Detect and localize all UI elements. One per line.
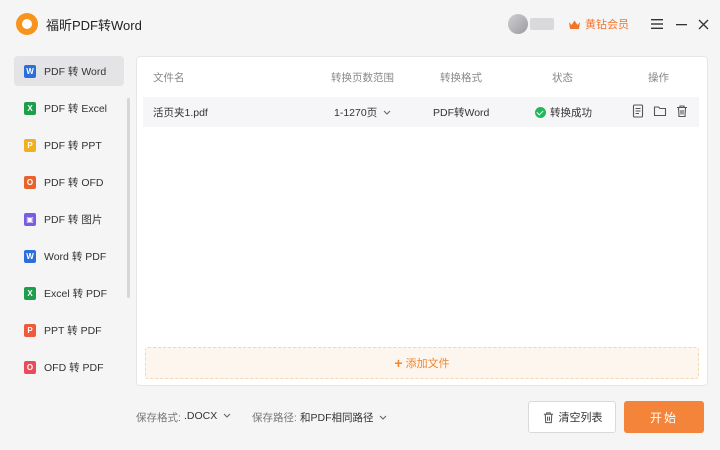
save-path-label: 保存路径: xyxy=(252,412,297,424)
minimize-icon xyxy=(675,24,687,26)
sidebar-item-label: Word 转 PDF xyxy=(44,250,107,263)
sidebar-item-word-to-pdf[interactable]: W Word 转 PDF xyxy=(14,241,124,271)
app-title: 福昕PDF转Word xyxy=(46,18,142,33)
sidebar-item-pdf-to-excel[interactable]: X PDF 转 Excel xyxy=(14,93,124,123)
image-icon: ▣ xyxy=(24,212,36,226)
sidebar: W PDF 转 Word X PDF 转 Excel P PDF 转 PPT O… xyxy=(14,56,124,396)
save-path-select[interactable]: 和PDF相同路径 xyxy=(300,410,387,425)
chevron-down-icon xyxy=(383,110,391,115)
crown-icon xyxy=(569,20,580,29)
file-name: 活页夹1.pdf xyxy=(153,107,208,119)
status-badge: 转换成功 xyxy=(535,105,592,120)
ofd-to-pdf-icon: O xyxy=(24,360,36,374)
sidebar-item-pdf-to-ppt[interactable]: P PDF 转 PPT xyxy=(14,130,124,160)
ppt-icon: P xyxy=(24,138,36,152)
column-header-status: 状态 xyxy=(552,72,573,84)
sidebar-item-ppt-to-pdf[interactable]: P PPT 转 PDF xyxy=(14,315,124,345)
username-blurred[interactable] xyxy=(530,18,554,30)
sidebar-item-pdf-to-image[interactable]: ▣ PDF 转 图片 xyxy=(14,204,124,234)
status-text: 转换成功 xyxy=(550,107,592,119)
close-button[interactable] xyxy=(694,14,712,34)
trash-icon xyxy=(543,411,553,423)
menu-button[interactable] xyxy=(648,14,666,34)
sidebar-item-label: OFD 转 PDF xyxy=(44,361,104,374)
save-format-value: .DOCX xyxy=(184,410,218,422)
folder-icon[interactable] xyxy=(653,104,667,118)
minimize-button[interactable] xyxy=(672,14,690,34)
save-format-select[interactable]: .DOCX xyxy=(184,410,231,422)
column-header-format: 转换格式 xyxy=(440,72,482,84)
table-header: 文件名 转换页数范围 转换格式 状态 操作 xyxy=(137,57,707,95)
excel-to-pdf-icon: X xyxy=(24,286,36,300)
page-range-value: 1-1270页 xyxy=(334,107,378,119)
sidebar-scrollbar[interactable] xyxy=(127,98,130,298)
vip-badge[interactable]: 黄钻会员 xyxy=(568,16,629,32)
avatar[interactable] xyxy=(508,14,528,34)
page-range-select[interactable]: 1-1270页 xyxy=(334,105,391,120)
sidebar-item-pdf-to-word[interactable]: W PDF 转 Word xyxy=(14,56,124,86)
sidebar-item-label: PDF 转 Excel xyxy=(44,102,108,115)
close-icon xyxy=(698,19,708,29)
chevron-down-icon xyxy=(380,415,387,420)
sidebar-item-label: PDF 转 Word xyxy=(44,65,107,78)
title-bar: 福昕PDF转Word 黄钻会员 xyxy=(0,0,720,48)
sidebar-item-label: PPT 转 PDF xyxy=(44,324,102,337)
app-logo-icon xyxy=(16,13,38,35)
trash-icon[interactable] xyxy=(675,104,689,118)
check-circle-icon xyxy=(535,107,546,118)
sidebar-item-excel-to-pdf[interactable]: X Excel 转 PDF xyxy=(14,278,124,308)
clear-list-button[interactable]: 清空列表 xyxy=(528,401,616,433)
excel-icon: X xyxy=(24,101,36,115)
format-value: PDF转Word xyxy=(433,107,490,119)
vip-label: 黄钻会员 xyxy=(585,19,629,31)
add-file-label: 添加文件 xyxy=(405,358,450,370)
add-file-button[interactable]: + 添加文件 xyxy=(145,347,699,379)
plus-icon: + xyxy=(394,355,403,371)
sidebar-item-label: PDF 转 OFD xyxy=(44,176,104,189)
chevron-down-icon xyxy=(223,413,231,418)
sidebar-item-ofd-to-pdf[interactable]: O OFD 转 PDF xyxy=(14,352,124,382)
column-header-filename: 文件名 xyxy=(153,72,185,84)
save-path-value: 和PDF相同路径 xyxy=(300,412,374,424)
column-header-actions: 操作 xyxy=(648,72,669,84)
word-to-pdf-icon: W xyxy=(24,249,36,263)
save-format-label: 保存格式: xyxy=(136,412,181,424)
file-list-panel: 文件名 转换页数范围 转换格式 状态 操作 活页夹1.pdf 1-1270页 P… xyxy=(136,56,708,386)
column-header-page-range: 转换页数范围 xyxy=(331,72,394,84)
table-row: 活页夹1.pdf 1-1270页 PDF转Word 转换成功 xyxy=(143,97,699,127)
start-label: 开始 xyxy=(649,410,678,425)
clear-list-label: 清空列表 xyxy=(558,412,603,424)
sidebar-item-label: Excel 转 PDF xyxy=(44,287,108,300)
ofd-icon: O xyxy=(24,175,36,189)
document-icon[interactable] xyxy=(631,104,645,118)
hamburger-icon xyxy=(651,19,663,29)
ppt-to-pdf-icon: P xyxy=(24,323,36,337)
sidebar-item-label: PDF 转 PPT xyxy=(44,139,102,152)
sidebar-item-pdf-to-ofd[interactable]: O PDF 转 OFD xyxy=(14,167,124,197)
start-button[interactable]: 开始 xyxy=(624,401,704,433)
word-icon: W xyxy=(24,64,36,78)
sidebar-item-label: PDF 转 图片 xyxy=(44,213,103,226)
